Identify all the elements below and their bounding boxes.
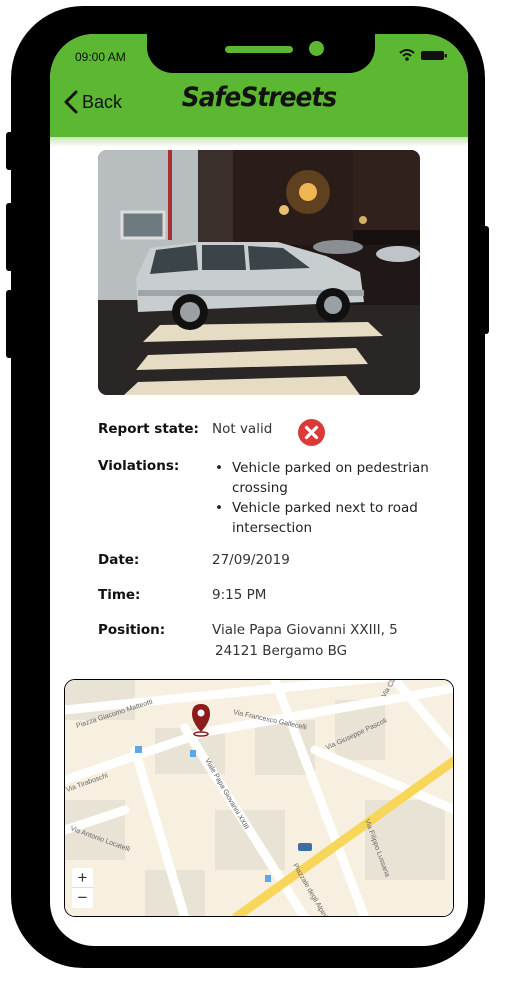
road-badge-icon (298, 843, 312, 851)
time-label: Time: (98, 587, 141, 603)
invalid-x-icon (298, 419, 325, 446)
status-time: 09:00 AM (75, 50, 126, 64)
report-photo (98, 150, 420, 395)
position-line2: 24121 Bergamo BG (215, 643, 348, 659)
violations-list: Vehicle parked on pedestrian crossing Ve… (212, 458, 442, 538)
app-title: SafeStreets (181, 82, 337, 113)
wifi-icon (399, 49, 415, 61)
list-item: Vehicle parked on pedestrian crossing (212, 458, 442, 498)
speaker-grille (225, 46, 293, 53)
battery-icon (421, 51, 447, 60)
report-state-value: Not valid (212, 421, 273, 437)
location-map[interactable]: Piazza Giacomo Matteotti Via Francesco G… (64, 679, 454, 917)
list-item: Vehicle parked next to road intersection (212, 498, 442, 538)
report-state-label: Report state: (98, 421, 199, 437)
app-header: 09:00 AM Back SafeStreets (50, 34, 468, 137)
front-camera (309, 41, 324, 56)
time-value: 9:15 PM (212, 587, 267, 603)
position-line1: Viale Papa Giovanni XXIII, 5 (212, 622, 398, 638)
zoom-in-button[interactable]: + (72, 868, 93, 888)
app-screen: 09:00 AM Back SafeStreets Report state: … (50, 34, 468, 946)
header-shadow (50, 137, 468, 147)
car-on-crosswalk-image (98, 150, 420, 395)
phone-notch (147, 34, 375, 73)
date-label: Date: (98, 552, 140, 568)
violations-label: Violations: (98, 458, 180, 474)
zoom-out-button[interactable]: − (72, 888, 93, 908)
date-value: 27/09/2019 (212, 552, 290, 568)
phone-frame: 09:00 AM Back SafeStreets Report state: … (11, 6, 485, 968)
map-canvas: Piazza Giacomo Matteotti Via Francesco G… (65, 680, 453, 916)
status-icons (399, 49, 447, 61)
position-label: Position: (98, 622, 166, 638)
